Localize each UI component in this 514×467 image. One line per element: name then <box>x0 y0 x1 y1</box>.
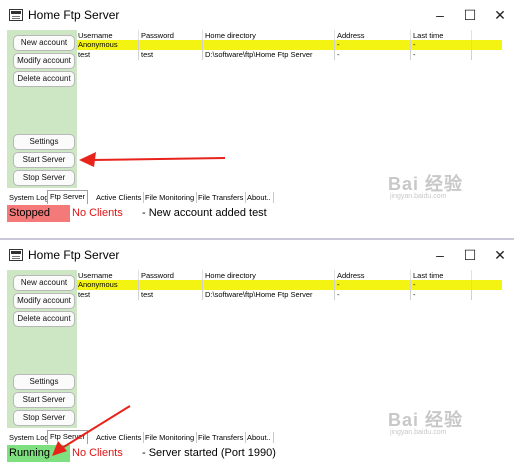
annotation-arrow-line <box>91 157 226 161</box>
ftp-window-running: Home Ftp Server – ☐ ✕ New account Modify… <box>0 240 514 467</box>
annotation-arrow <box>52 405 131 456</box>
annotation-arrow-line <box>61 405 131 449</box>
ftp-window-stopped: Home Ftp Server – ☐ ✕ New account Modify… <box>0 0 514 226</box>
annotation-arrow-head <box>79 152 96 167</box>
annotation-arrow <box>79 152 226 167</box>
annotation-arrow-head <box>52 441 67 456</box>
